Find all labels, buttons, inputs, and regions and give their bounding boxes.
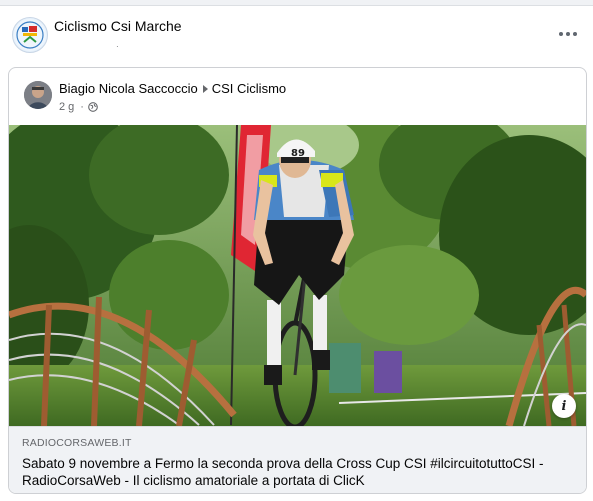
info-icon[interactable]: i [552, 394, 576, 418]
meta-separator: · [80, 101, 84, 113]
number-plate: 89 [291, 148, 305, 159]
post-time[interactable]: 2 g [59, 101, 74, 113]
globe-icon [88, 102, 98, 112]
cyclocross-photo: 89 [9, 125, 586, 426]
group-name[interactable]: CSI Ciclismo [212, 81, 286, 96]
post-photo[interactable]: 89 i [9, 125, 586, 426]
link-preview[interactable]: RADIOCORSAWEB.IT Sabato 9 novembre a Fer… [9, 426, 586, 493]
page-avatar[interactable] [12, 17, 48, 53]
author-avatar[interactable] [24, 81, 52, 109]
link-domain: RADIOCORSAWEB.IT [22, 437, 132, 449]
more-options-icon-dot [573, 32, 577, 36]
post-meta: 2 g · [59, 101, 98, 113]
shared-post-card: Biagio Nicola Saccoccio CSI Ciclismo 2 g… [8, 67, 587, 494]
feed-post: Ciclismo Csi Marche · Biagio Nicola Sacc… [0, 5, 593, 501]
shared-to-arrow-icon [202, 84, 208, 93]
more-options-button[interactable] [553, 26, 583, 42]
more-options-icon-dot [566, 32, 570, 36]
post-header-line: Biagio Nicola Saccoccio CSI Ciclismo [59, 81, 286, 96]
author-name[interactable]: Biagio Nicola Saccoccio [59, 81, 198, 96]
link-title[interactable]: Sabato 9 novembre a Fermo la seconda pro… [22, 455, 577, 489]
page-subtitle: · [116, 42, 119, 51]
page-name[interactable]: Ciclismo Csi Marche [54, 18, 182, 34]
more-options-icon [559, 32, 563, 36]
